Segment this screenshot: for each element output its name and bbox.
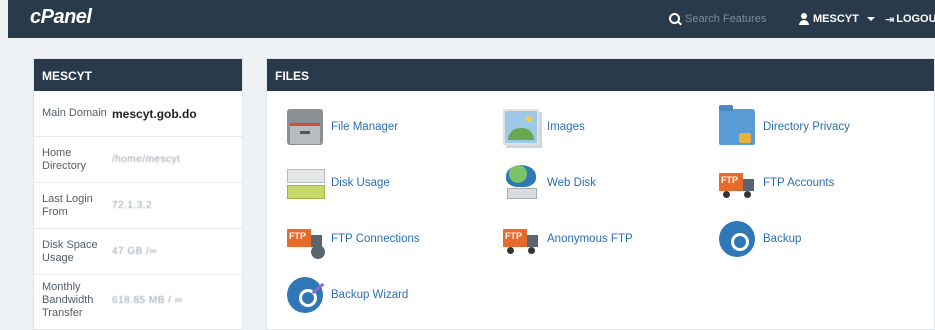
tool-label: Images xyxy=(547,121,585,133)
tool-disk-usage[interactable]: Disk Usage xyxy=(287,163,390,203)
web-disk-icon xyxy=(503,165,539,201)
logout-label: LOGOUT xyxy=(896,13,935,25)
user-menu[interactable]: MESCYT xyxy=(798,0,875,38)
logout-icon: ⇥ xyxy=(885,13,895,26)
wheel xyxy=(744,191,751,198)
tool-label: FTP Accounts xyxy=(763,177,835,189)
user-name: MESCYT xyxy=(813,13,859,25)
stat-value: /home/mescyt xyxy=(112,154,181,165)
tool-backup-wizard[interactable]: Backup Wizard xyxy=(287,275,408,315)
tool-ftp-accounts[interactable]: FTP FTP Accounts xyxy=(719,163,834,203)
gear-icon xyxy=(311,245,325,259)
caret-down-icon xyxy=(866,17,875,21)
stats-panel-title: MESCYT xyxy=(34,59,242,91)
search-input[interactable] xyxy=(685,13,785,25)
tool-label: FTP Connections xyxy=(331,233,420,245)
stat-value: mescyt.gob.do xyxy=(112,106,197,121)
stat-home-directory: Home Directory /home/mescyt xyxy=(34,137,242,183)
tool-images[interactable]: Images xyxy=(503,107,585,147)
stat-main-domain: Main Domain mescyt.gob.do xyxy=(34,91,242,137)
wheel xyxy=(507,247,514,254)
top-bar: cPanel MESCYT ⇥ LOGOUT xyxy=(8,0,935,38)
stats-panel: MESCYT Main Domain mescyt.gob.do Home Di… xyxy=(33,58,243,330)
stat-last-login: Last Login From 72.1.3.2 xyxy=(34,183,242,229)
stat-label: Main Domain xyxy=(42,107,107,119)
cpanel-logo[interactable]: cPanel xyxy=(30,6,92,29)
images-icon xyxy=(503,109,539,145)
ftp-badge: FTP xyxy=(505,231,522,241)
backup-wizard-icon xyxy=(287,277,323,313)
tool-label: Anonymous FTP xyxy=(547,233,633,245)
disk-usage-icon xyxy=(287,165,325,201)
stat-disk-space: Disk Space Usage 47 GB /∞ xyxy=(34,229,242,275)
stat-label: Home Directory xyxy=(42,146,87,172)
search-features[interactable] xyxy=(663,0,788,38)
stat-value: 72.1.3.2 xyxy=(112,200,153,211)
files-panel: FILES File Manager Images Directory Priv… xyxy=(266,58,935,330)
backup-icon xyxy=(719,221,755,257)
tool-label: Backup Wizard xyxy=(331,289,409,301)
file-manager-icon xyxy=(287,109,323,145)
tool-file-manager[interactable]: File Manager xyxy=(287,107,398,147)
search-icon[interactable] xyxy=(663,0,685,38)
stat-label: Monthly Bandwidth Transfer xyxy=(42,280,94,319)
anonymous-ftp-icon: FTP xyxy=(503,221,539,257)
user-icon xyxy=(798,13,810,25)
tool-anonymous-ftp[interactable]: FTP Anonymous FTP xyxy=(503,219,633,259)
ftp-accounts-icon: FTP xyxy=(719,165,755,201)
stat-label: Last Login From xyxy=(42,192,93,218)
tool-label: Web Disk xyxy=(547,177,596,189)
tool-web-disk[interactable]: Web Disk xyxy=(503,163,596,203)
tool-directory-privacy[interactable]: Directory Privacy xyxy=(719,105,850,147)
wheel xyxy=(528,247,535,254)
directory-privacy-icon xyxy=(719,105,755,145)
stat-value: 618.85 MB / ∞ xyxy=(112,294,183,306)
stat-label: Disk Space Usage xyxy=(42,238,98,264)
ftp-badge: FTP xyxy=(289,231,306,241)
wheel xyxy=(723,191,730,198)
stat-bandwidth: Monthly Bandwidth Transfer 618.85 MB / ∞ xyxy=(34,275,242,325)
ftp-badge: FTP xyxy=(721,175,738,185)
tool-ftp-connections[interactable]: FTP FTP Connections xyxy=(287,219,420,259)
tool-label: Backup xyxy=(763,233,802,245)
stat-value: 47 GB /∞ xyxy=(112,246,158,257)
files-panel-title: FILES xyxy=(267,59,934,91)
tool-label: Directory Privacy xyxy=(763,121,850,133)
logout-button[interactable]: ⇥ LOGOUT xyxy=(885,0,935,38)
ftp-connections-icon: FTP xyxy=(287,221,325,259)
tool-label: File Manager xyxy=(331,121,399,133)
tool-label: Disk Usage xyxy=(331,177,390,189)
tool-backup[interactable]: Backup xyxy=(719,219,801,259)
